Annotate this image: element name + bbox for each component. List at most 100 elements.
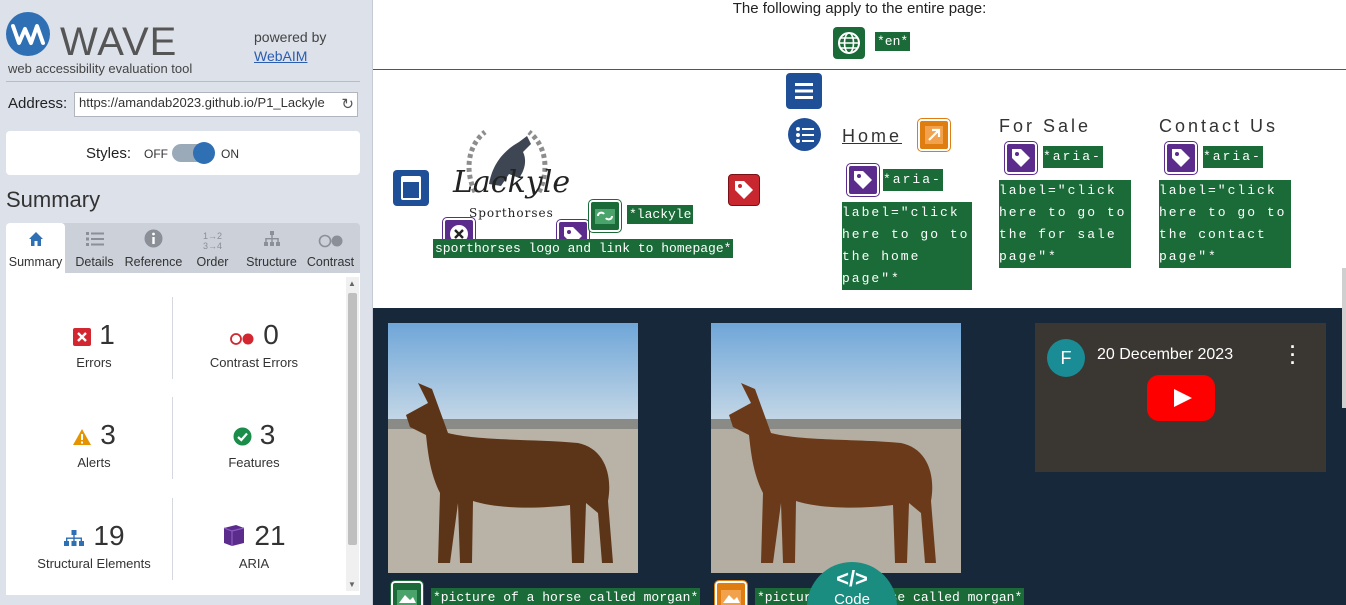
horse-photo-2[interactable] bbox=[711, 323, 961, 573]
features-count: 3 bbox=[259, 419, 276, 450]
wave-logo-subtitle: web accessibility evaluation tool bbox=[8, 61, 193, 76]
wave-logo-icon bbox=[6, 12, 50, 56]
error-icon bbox=[73, 317, 92, 357]
logo-alt-tag-2: sporthorses logo and link to homepage* bbox=[433, 239, 734, 258]
tab-order[interactable]: 1→2 3→4 Order bbox=[183, 223, 242, 273]
sidebar-divider bbox=[6, 81, 360, 82]
photo-alt-tag-1: *picture of a horse called morgan* bbox=[431, 588, 701, 605]
stat-errors[interactable]: 1 Errors bbox=[14, 315, 174, 370]
video-title[interactable]: 20 December 2023 bbox=[1097, 346, 1233, 364]
list-icon bbox=[65, 223, 124, 253]
header-region-icon[interactable] bbox=[393, 170, 429, 206]
wave-logo[interactable]: WAVE web accessibility evaluation tool bbox=[6, 12, 196, 78]
channel-avatar[interactable]: F bbox=[1047, 339, 1085, 377]
aria-line: the home bbox=[842, 249, 921, 264]
tab-label: Order bbox=[196, 255, 229, 269]
tab-reference[interactable]: Reference bbox=[124, 223, 183, 273]
tab-details[interactable]: Details bbox=[65, 223, 124, 273]
summary-scrollbar[interactable]: ▲ ▼ bbox=[346, 277, 359, 591]
tab-structure[interactable]: Structure bbox=[242, 223, 301, 273]
tab-label: Details bbox=[75, 255, 114, 269]
language-icon[interactable] bbox=[833, 27, 865, 59]
styles-toggle[interactable] bbox=[172, 142, 215, 164]
navigation-region-icon[interactable] bbox=[786, 73, 822, 109]
home-aria-tag: label="click here to go to the home page… bbox=[842, 202, 972, 290]
code-toggle-button[interactable]: </> Code bbox=[807, 562, 897, 605]
reload-icon[interactable]: ↻ bbox=[341, 95, 354, 113]
aria-line: *aria- bbox=[1043, 149, 1102, 164]
powered-by-text: powered by bbox=[254, 29, 327, 45]
play-button[interactable] bbox=[1147, 375, 1215, 421]
alt-text-icon[interactable] bbox=[390, 580, 424, 605]
stat-alerts[interactable]: 3 Alerts bbox=[14, 415, 174, 470]
order-icon: 1→2 3→4 bbox=[202, 231, 222, 251]
styles-on-label: ON bbox=[221, 147, 239, 161]
nav-contact-us[interactable]: Contact Us bbox=[1159, 116, 1278, 137]
tab-label: Reference bbox=[124, 255, 183, 269]
structure-icon bbox=[63, 518, 85, 558]
stat-features[interactable]: 3 Features bbox=[174, 415, 334, 470]
scrollbar-thumb[interactable] bbox=[348, 293, 357, 545]
contrast-icon bbox=[301, 223, 360, 253]
stat-structural-elements[interactable]: 19 Structural Elements bbox=[14, 516, 174, 571]
scroll-down-icon[interactable]: ▼ bbox=[348, 580, 356, 589]
evaluated-page: The following apply to the entire page: … bbox=[373, 0, 1346, 605]
tab-bar: Summary Details Reference 1→2 3→4 Order S… bbox=[6, 223, 360, 273]
home-icon bbox=[6, 223, 65, 253]
toggle-knob bbox=[193, 142, 215, 164]
styles-off-label: OFF bbox=[144, 147, 168, 161]
page-scrollbar[interactable] bbox=[1342, 268, 1346, 408]
contrast-errors-count: 0 bbox=[263, 319, 279, 350]
page-level-text: The following apply to the entire page: bbox=[732, 0, 987, 17]
aria-line: page"* bbox=[1159, 249, 1218, 264]
stat-contrast-errors[interactable]: 0 Contrast Errors bbox=[174, 315, 334, 370]
aria-line: label="click bbox=[999, 183, 1117, 198]
empty-link-error-icon[interactable] bbox=[728, 174, 760, 206]
alerts-label: Alerts bbox=[77, 455, 111, 470]
code-label: Code bbox=[834, 591, 870, 605]
logo-wordmark: Lackyle bbox=[453, 165, 571, 200]
aria-line: label="click bbox=[842, 205, 960, 220]
contact-aria-tag-line-1: *aria- bbox=[1203, 146, 1263, 168]
contrast-errors-label: Contrast Errors bbox=[209, 355, 299, 370]
wave-sidebar: WAVE web accessibility evaluation tool p… bbox=[0, 0, 373, 605]
structural-label: Structural Elements bbox=[37, 556, 151, 571]
webaim-link[interactable]: WebAIM bbox=[254, 48, 307, 64]
aria-count: 21 bbox=[254, 520, 286, 551]
errors-count: 1 bbox=[99, 319, 115, 350]
unordered-list-icon[interactable] bbox=[788, 118, 821, 151]
tab-summary[interactable]: Summary bbox=[6, 223, 65, 273]
linked-image-icon[interactable] bbox=[588, 199, 622, 233]
summary-heading: Summary bbox=[6, 187, 101, 212]
nav-for-sale[interactable]: For Sale bbox=[999, 116, 1091, 137]
nav-home[interactable]: Home bbox=[842, 126, 902, 147]
aria-line: *aria- bbox=[883, 172, 942, 187]
alert-icon bbox=[72, 417, 92, 457]
address-bar: Address: https://amandab2023.github.io/P… bbox=[8, 92, 360, 118]
aria-line: page"* bbox=[842, 271, 901, 286]
contrast-error-icon bbox=[229, 317, 255, 357]
powered-by: powered by WebAIM bbox=[254, 28, 326, 66]
aria-label-icon[interactable] bbox=[1164, 141, 1198, 175]
more-options-icon[interactable]: · · · bbox=[1290, 338, 1296, 372]
scroll-up-icon[interactable]: ▲ bbox=[348, 279, 356, 288]
aria-line: here to go to bbox=[999, 205, 1127, 220]
redundant-link-alert-icon[interactable] bbox=[917, 118, 951, 152]
aria-line: label="click bbox=[1159, 183, 1277, 198]
aria-label-icon[interactable] bbox=[1004, 141, 1038, 175]
styles-toggle-panel: Styles: OFF ON bbox=[6, 131, 360, 175]
logo-subtitle: Sporthorses bbox=[469, 206, 554, 220]
lang-tag: *en* bbox=[875, 32, 911, 51]
alt-text-alert-icon[interactable] bbox=[714, 580, 748, 605]
for-sale-aria-tag-line-1: *aria- bbox=[1043, 146, 1103, 168]
code-icon: </> bbox=[836, 566, 868, 591]
horse-photo-1[interactable] bbox=[388, 323, 638, 573]
stat-aria[interactable]: 21 ARIA bbox=[174, 516, 334, 571]
address-input[interactable]: https://amandab2023.github.io/P1_Lackyle bbox=[74, 92, 358, 117]
youtube-embed[interactable]: F 20 December 2023 · · · bbox=[1035, 323, 1326, 472]
home-aria-tag-line-1: *aria- bbox=[883, 169, 943, 191]
wave-logo-text: WAVE bbox=[60, 20, 178, 64]
feature-check-icon bbox=[233, 417, 252, 457]
tab-contrast[interactable]: Contrast bbox=[301, 223, 360, 273]
aria-label-icon[interactable] bbox=[846, 163, 880, 197]
